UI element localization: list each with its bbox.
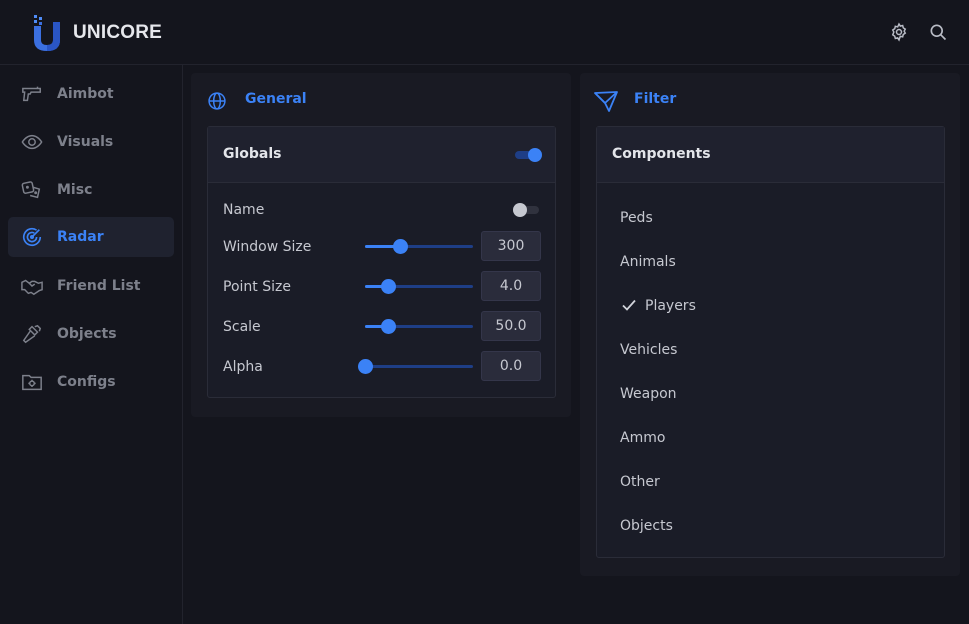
- gear-icon[interactable]: [889, 22, 909, 42]
- sidebar-item-aimbot[interactable]: Aimbot: [8, 74, 174, 114]
- sidebar-item-visuals[interactable]: Visuals: [8, 122, 174, 162]
- alpha-slider[interactable]: [358, 356, 473, 376]
- component-objects[interactable]: Objects: [620, 518, 673, 534]
- sidebar-item-objects[interactable]: Objects: [8, 314, 174, 354]
- component-vehicles[interactable]: Vehicles: [620, 342, 677, 358]
- sidebar-item-label: Radar: [57, 229, 104, 245]
- window-size-slider[interactable]: [365, 236, 473, 256]
- top-header: UNICORE: [0, 0, 969, 65]
- name-toggle[interactable]: [511, 203, 541, 217]
- filter-panel: Filter Components Peds Animals Players V…: [580, 73, 960, 576]
- folder-gear-icon: [22, 374, 42, 391]
- components-card-header: Components: [597, 127, 944, 183]
- general-title: General: [245, 91, 307, 107]
- dice-icon: [21, 181, 41, 199]
- globals-card: Globals Name Window Size 300 Point Size …: [207, 126, 556, 398]
- sidebar-item-label: Visuals: [57, 134, 114, 150]
- component-other[interactable]: Other: [620, 474, 660, 490]
- handshake-icon: [21, 279, 43, 296]
- point-size-input[interactable]: 4.0: [481, 271, 541, 301]
- components-title: Components: [612, 146, 711, 162]
- alpha-input[interactable]: 0.0: [481, 351, 541, 381]
- scale-label: Scale: [223, 319, 261, 335]
- component-players[interactable]: Players: [645, 298, 696, 314]
- globe-icon: [208, 92, 226, 110]
- sidebar-item-label: Misc: [57, 182, 93, 198]
- paper-plane-icon: [594, 91, 618, 112]
- sidebar-item-radar[interactable]: Radar: [8, 217, 174, 257]
- eye-icon: [21, 134, 43, 150]
- gun-icon: [22, 86, 41, 102]
- radar-icon: [22, 227, 42, 247]
- components-card: Components Peds Animals Players Vehicles…: [596, 126, 945, 558]
- window-size-input[interactable]: 300: [481, 231, 541, 261]
- name-label: Name: [223, 202, 265, 218]
- unicore-logo-icon: [34, 15, 60, 51]
- hammer-icon: [22, 324, 42, 344]
- globals-toggle[interactable]: [511, 148, 542, 162]
- sidebar-item-label: Configs: [57, 374, 116, 390]
- scale-input[interactable]: 50.0: [481, 311, 541, 341]
- general-panel: General Globals Name Window Size 300 Poi…: [191, 73, 571, 417]
- window-size-label: Window Size: [223, 239, 312, 255]
- component-peds[interactable]: Peds: [620, 210, 653, 226]
- globals-card-header: Globals: [208, 127, 555, 183]
- brand-name: UNICORE: [73, 22, 163, 43]
- sidebar-item-label: Aimbot: [57, 86, 114, 102]
- scale-slider[interactable]: [365, 316, 473, 336]
- sidebar-item-misc[interactable]: Misc: [8, 170, 174, 210]
- sidebar-item-label: Objects: [57, 326, 117, 342]
- sidebar-item-friend-list[interactable]: Friend List: [8, 266, 174, 306]
- sidebar-item-configs[interactable]: Configs: [8, 362, 174, 402]
- sidebar: Aimbot Visuals Misc Radar Friend List Ob…: [0, 65, 183, 624]
- component-animals[interactable]: Animals: [620, 254, 676, 270]
- component-weapon[interactable]: Weapon: [620, 386, 677, 402]
- point-size-slider[interactable]: [365, 276, 473, 296]
- globals-title: Globals: [223, 146, 282, 162]
- point-size-label: Point Size: [223, 279, 291, 295]
- alpha-label: Alpha: [223, 359, 263, 375]
- filter-title: Filter: [634, 91, 677, 107]
- sidebar-item-label: Friend List: [57, 278, 141, 294]
- component-ammo[interactable]: Ammo: [620, 430, 665, 446]
- search-icon[interactable]: [928, 22, 948, 42]
- check-icon: [622, 299, 636, 311]
